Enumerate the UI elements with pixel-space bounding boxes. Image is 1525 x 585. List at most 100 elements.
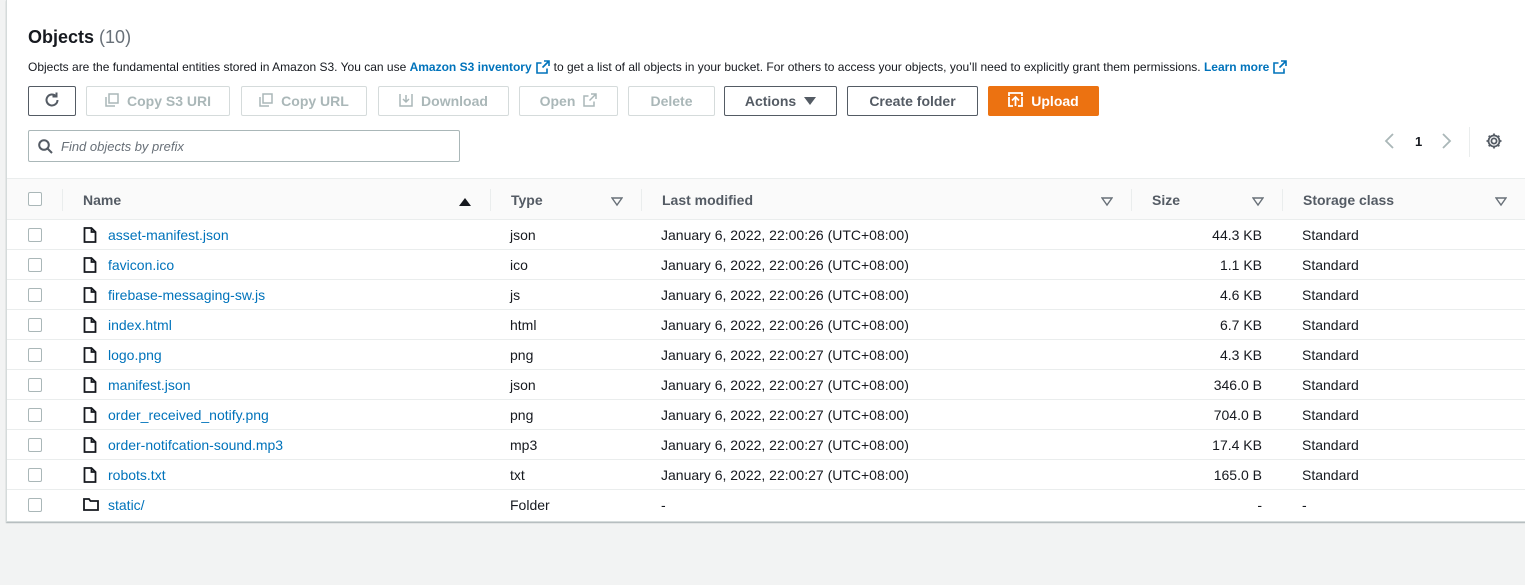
search-input[interactable] (61, 136, 451, 156)
table-header: Name Type Last modified Size Storage cla… (7, 178, 1525, 220)
external-link-icon[interactable] (535, 60, 550, 78)
object-name[interactable]: favicon.ico (108, 250, 174, 280)
table-row[interactable]: manifest.json json January 6, 2022, 22:00:… (7, 370, 1525, 400)
object-name[interactable]: robots.txt (108, 460, 166, 490)
table-row[interactable]: firebase-messaging-sw.js js January 6, 202… (7, 280, 1525, 310)
search-icon (38, 139, 53, 159)
copy-url-button[interactable]: Copy URL (241, 86, 367, 116)
chevron-right-icon[interactable] (1441, 132, 1453, 155)
object-storage-class: Standard (1302, 437, 1359, 453)
object-type: js (510, 287, 521, 303)
table-row[interactable]: order-notifcation-sound.mp3 mp3 January 6,… (7, 430, 1525, 460)
learn-more-link[interactable]: Learn more (1204, 60, 1269, 74)
upload-button[interactable]: Upload (988, 86, 1099, 116)
sort-icon[interactable] (1251, 194, 1265, 212)
object-link[interactable]: asset-manifest.json (108, 227, 229, 243)
copy-s3-uri-button[interactable]: Copy S3 URI (86, 86, 230, 116)
create-folder-button[interactable]: Create folder (847, 86, 978, 116)
object-link[interactable]: static/ (108, 497, 145, 513)
object-type: png (510, 347, 534, 363)
object-storage-class: Standard (1302, 317, 1359, 333)
object-link[interactable]: robots.txt (108, 467, 166, 483)
object-size: 346.0 B (1213, 377, 1262, 393)
object-storage-class: Standard (1302, 227, 1359, 243)
file-icon (83, 377, 97, 396)
open-button[interactable]: Open (519, 86, 618, 116)
object-name[interactable]: order-notifcation-sound.mp3 (108, 430, 283, 460)
sort-icon[interactable] (1100, 194, 1114, 212)
table-row[interactable]: logo.png png January 6, 2022, 22:00:27 (UT… (7, 340, 1525, 370)
object-link[interactable]: firebase-messaging-sw.js (108, 287, 265, 303)
table-row[interactable]: favicon.ico ico January 6, 2022, 22:00:26 … (7, 250, 1525, 280)
row-checkbox[interactable] (28, 288, 42, 302)
table-row[interactable]: robots.txt txt January 6, 2022, 22:00:27 (… (7, 460, 1525, 490)
object-last-modified: January 6, 2022, 22:00:27 (UTC+08:00) (661, 347, 909, 363)
row-checkbox[interactable] (28, 258, 42, 272)
actions-dropdown[interactable]: Actions (724, 86, 837, 116)
external-link-icon[interactable] (1273, 60, 1288, 78)
object-type: json (510, 227, 536, 243)
object-last-modified: January 6, 2022, 22:00:27 (UTC+08:00) (661, 437, 909, 453)
object-name[interactable]: static/ (108, 490, 145, 520)
row-checkbox[interactable] (28, 498, 42, 512)
row-checkbox[interactable] (28, 438, 42, 452)
sort-icon[interactable] (1494, 194, 1508, 212)
refresh-button[interactable] (28, 86, 76, 116)
row-checkbox[interactable] (28, 468, 42, 482)
chevron-left-icon[interactable] (1383, 132, 1395, 155)
object-last-modified: January 6, 2022, 22:00:27 (UTC+08:00) (661, 467, 909, 483)
inventory-link[interactable]: Amazon S3 inventory (410, 60, 532, 74)
object-size: 704.0 B (1213, 407, 1262, 423)
object-last-modified: January 6, 2022, 22:00:26 (UTC+08:00) (661, 287, 909, 303)
object-count: (10) (99, 27, 132, 47)
refresh-icon (43, 91, 61, 112)
table-row[interactable]: static/Folder - - - (7, 490, 1525, 520)
object-last-modified: - (661, 497, 666, 513)
table-row[interactable]: index.html html January 6, 2022, 22:00:26 … (7, 310, 1525, 340)
upload-icon (1008, 92, 1024, 110)
object-last-modified: January 6, 2022, 22:00:27 (UTC+08:00) (661, 407, 909, 423)
object-storage-class: Standard (1302, 407, 1359, 423)
object-name[interactable]: logo.png (108, 340, 162, 370)
file-icon (83, 287, 97, 306)
object-link[interactable]: logo.png (108, 347, 162, 363)
object-link[interactable]: index.html (108, 317, 172, 333)
sort-ascending-icon[interactable] (459, 194, 471, 212)
objects-header: Objects (10) Objects are the fundamental… (28, 25, 1525, 74)
table-row[interactable]: order_received_notify.png png January 6, 2… (7, 400, 1525, 430)
select-all-checkbox[interactable] (28, 192, 42, 206)
column-header-type[interactable]: Type (511, 179, 543, 221)
object-link[interactable]: order-notifcation-sound.mp3 (108, 437, 283, 453)
download-button[interactable]: Download (378, 86, 509, 116)
object-link[interactable]: manifest.json (108, 377, 190, 393)
row-checkbox[interactable] (28, 378, 42, 392)
current-page[interactable]: 1 (1415, 134, 1422, 149)
gear-icon[interactable] (1485, 132, 1503, 155)
row-checkbox[interactable] (28, 408, 42, 422)
column-divider (490, 189, 491, 211)
row-checkbox[interactable] (28, 228, 42, 242)
row-checkbox[interactable] (28, 348, 42, 362)
column-header-last-modified[interactable]: Last modified (662, 179, 753, 221)
object-name[interactable]: firebase-messaging-sw.js (108, 280, 265, 310)
object-name[interactable]: asset-manifest.json (108, 220, 229, 250)
object-link[interactable]: favicon.ico (108, 257, 174, 273)
table-row[interactable]: asset-manifest.json json January 6, 2022, … (7, 220, 1525, 250)
sort-icon[interactable] (610, 194, 624, 212)
object-type: json (510, 377, 536, 393)
object-size: 1.1 KB (1219, 257, 1262, 273)
delete-button[interactable]: Delete (628, 86, 715, 116)
object-name[interactable]: order_received_notify.png (108, 400, 269, 430)
object-type: mp3 (510, 437, 538, 453)
column-divider (1131, 189, 1132, 211)
object-link[interactable]: order_received_notify.png (108, 407, 269, 423)
column-header-name[interactable]: Name (83, 179, 121, 221)
column-header-storage-class[interactable]: Storage class (1303, 179, 1394, 221)
object-storage-class: Standard (1302, 377, 1359, 393)
column-header-size[interactable]: Size (1152, 179, 1180, 221)
row-checkbox[interactable] (28, 318, 42, 332)
page-title: Objects (10) (28, 27, 132, 47)
object-name[interactable]: manifest.json (108, 370, 190, 400)
object-name[interactable]: index.html (108, 310, 172, 340)
object-storage-class: Standard (1302, 257, 1359, 273)
